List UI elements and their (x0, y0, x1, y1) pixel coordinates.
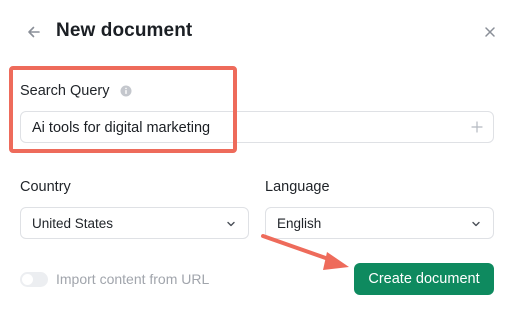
create-document-button[interactable]: Create document (354, 263, 494, 295)
arrow-left-icon[interactable] (25, 23, 43, 41)
language-label: Language (265, 179, 330, 195)
new-document-dialog: New document Search Query Ai tools for d… (0, 0, 524, 314)
plus-icon[interactable] (471, 121, 483, 133)
info-icon[interactable] (120, 85, 132, 97)
close-icon[interactable] (483, 25, 497, 39)
toggle-knob (22, 274, 33, 285)
language-selected-value: English (277, 216, 322, 231)
dialog-title: New document (56, 20, 193, 41)
import-url-toggle[interactable] (20, 272, 48, 287)
language-select[interactable]: English (265, 207, 494, 239)
chevron-down-icon (227, 221, 235, 227)
search-query-input[interactable]: Ai tools for digital marketing (20, 111, 494, 143)
import-url-label: Import content from URL (56, 271, 210, 287)
country-selected-value: United States (32, 216, 114, 231)
search-query-label: Search Query (20, 83, 110, 99)
country-label: Country (20, 179, 71, 195)
search-query-value: Ai tools for digital marketing (32, 120, 211, 136)
chevron-down-icon (472, 221, 480, 227)
country-select[interactable]: United States (20, 207, 249, 239)
